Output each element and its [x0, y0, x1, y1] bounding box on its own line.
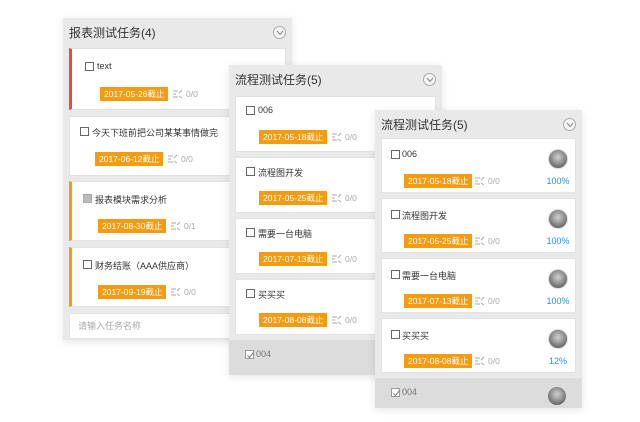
subtask-icon [332, 315, 342, 325]
chevron-down-icon[interactable] [423, 73, 436, 86]
deadline-badge: 2017-07-13截止 [404, 294, 473, 308]
deadline-badge: 2017-06-12截止 [95, 152, 164, 166]
task-checkbox[interactable] [83, 260, 92, 269]
deadline-badge: 2017-05-26截止 [100, 87, 169, 101]
task-title: 006 [258, 105, 274, 115]
task-checkbox[interactable] [246, 167, 255, 176]
deadline-badge: 2017-05-18截止 [259, 130, 328, 144]
subtask-icon [332, 254, 342, 264]
task-title: 财务结账（AAA供应商） [95, 261, 195, 271]
subtask-count: 0/0 [345, 315, 357, 325]
avatar[interactable] [547, 386, 567, 406]
subtask-icon [475, 176, 485, 186]
subtask-count: 0/0 [345, 193, 357, 203]
task-panel-process-progress: 流程测试任务(5) 006 2017-05-18截止 0/0 100% 流程图开… [375, 110, 582, 408]
task-title: 买买买 [402, 331, 430, 341]
subtask-icon [171, 221, 181, 231]
chevron-down-icon[interactable] [273, 26, 286, 39]
subtask-icon [171, 287, 181, 297]
subtask-icon [475, 356, 485, 366]
subtask-count: 0/0 [488, 296, 500, 306]
subtask-count: 0/0 [345, 254, 357, 264]
task-checkbox[interactable] [391, 210, 400, 219]
deadline-badge: 2017-08-08截止 [259, 313, 328, 327]
task-title: text [97, 61, 112, 71]
task-title: 004 [256, 349, 272, 359]
task-checkbox[interactable] [391, 330, 400, 339]
progress-percent: 100% [546, 296, 570, 306]
task-title: 今天下班前把公司某某事情做完 [92, 128, 219, 138]
panel-header: 流程测试任务(5) [375, 110, 582, 140]
task-checkbox[interactable] [391, 150, 400, 159]
subtask-count: 0/0 [488, 356, 500, 366]
task-checkbox[interactable] [246, 228, 255, 237]
task-title: 报表模块需求分析 [95, 195, 168, 205]
task-checkbox[interactable] [83, 194, 92, 203]
deadline-badge: 2017-05-18截止 [404, 174, 473, 188]
task-checkbox[interactable] [245, 350, 254, 359]
task-title: 买买买 [258, 290, 286, 300]
progress-percent: 12% [548, 356, 567, 366]
subtask-icon [475, 296, 485, 306]
task-checkbox[interactable] [246, 106, 255, 115]
task-checkbox[interactable] [246, 289, 255, 298]
subtask-icon [332, 193, 342, 203]
subtask-count: 0/0 [488, 236, 500, 246]
subtask-icon [332, 132, 342, 142]
task-checkbox[interactable] [391, 388, 400, 397]
panel-title: 流程测试任务(5) [381, 118, 468, 132]
panel-title: 报表测试任务(4) [69, 26, 156, 40]
chevron-down-icon[interactable] [563, 118, 576, 131]
panel-title: 流程测试任务(5) [235, 73, 322, 87]
task-title: 006 [402, 149, 418, 159]
deadline-badge: 2017-09-19截止 [98, 285, 167, 299]
task-card[interactable]: 006 2017-05-18截止 0/0 100% [381, 138, 576, 193]
deadline-badge: 2017-08-08截止 [404, 354, 473, 368]
task-title: 需要一台电脑 [402, 271, 457, 281]
progress-percent: 100% [546, 236, 570, 246]
task-card[interactable]: 流程图开发 2017-05-25截止 0/0 100% [381, 198, 576, 253]
avatar[interactable] [548, 269, 568, 289]
task-title: 流程图开发 [402, 211, 448, 221]
avatar[interactable] [548, 329, 568, 349]
task-card[interactable]: 买买买 2017-08-08截止 0/0 12% [381, 318, 576, 373]
deadline-badge: 2017-05-25截止 [259, 191, 328, 205]
avatar[interactable] [548, 209, 568, 229]
subtask-icon [168, 154, 178, 164]
subtask-count: 0/0 [181, 154, 193, 164]
deadline-badge: 2017-05-25截止 [404, 234, 473, 248]
completed-task-row[interactable]: 004 [375, 378, 582, 408]
task-card[interactable]: 需要一台电脑 2017-07-13截止 0/0 100% [381, 258, 576, 313]
subtask-count: 0/0 [345, 132, 357, 142]
panel-header: 报表测试任务(4) [63, 18, 292, 48]
panel-header: 流程测试任务(5) [229, 65, 442, 95]
task-title: 需要一台电脑 [258, 229, 313, 239]
task-title: 流程图开发 [258, 168, 304, 178]
subtask-count: 0/1 [184, 221, 196, 231]
progress-percent: 100% [546, 176, 570, 186]
subtask-count: 0/0 [488, 176, 500, 186]
subtask-count: 0/0 [186, 89, 198, 99]
task-title: 004 [402, 387, 418, 397]
deadline-badge: 2017-07-13截止 [259, 252, 328, 266]
subtask-icon [475, 236, 485, 246]
subtask-icon [173, 89, 183, 99]
task-checkbox[interactable] [80, 127, 89, 136]
task-checkbox[interactable] [85, 62, 94, 71]
avatar[interactable] [548, 149, 568, 169]
task-checkbox[interactable] [391, 270, 400, 279]
subtask-count: 0/0 [184, 287, 196, 297]
deadline-badge: 2017-08-30截止 [98, 219, 167, 233]
